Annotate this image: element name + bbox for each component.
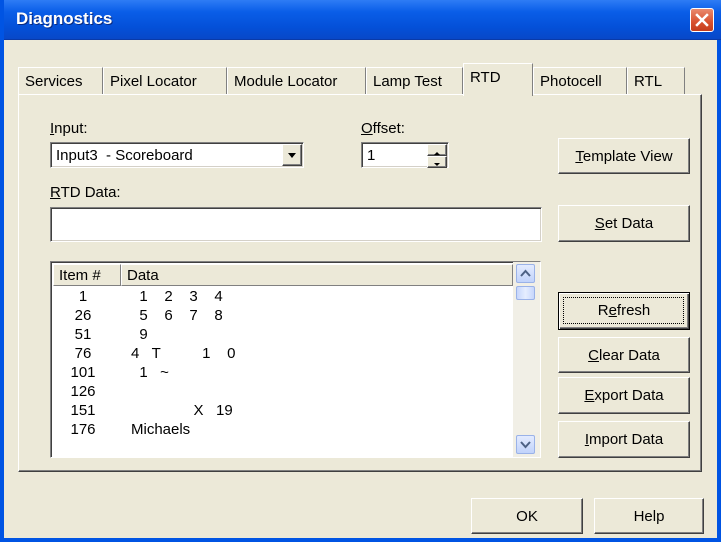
item-data: Michaels (131, 421, 191, 438)
rtd-data-label: RTD Data: (50, 184, 121, 201)
scroll-down-button[interactable] (516, 435, 535, 454)
refresh-button[interactable]: Refresh (558, 292, 690, 330)
tab-label: RTD (470, 69, 501, 86)
item-data: 9 (131, 326, 148, 343)
scroll-thumb[interactable] (516, 286, 535, 300)
list-item[interactable]: 101 1 ~ (53, 364, 513, 381)
list-item[interactable]: 26 5 6 7 8 (53, 307, 513, 324)
input-label: Input: (50, 120, 88, 137)
list-item[interactable]: 176 Michaels (53, 421, 513, 438)
set-data-button[interactable]: Set Data (558, 205, 690, 242)
close-icon (695, 13, 709, 27)
offset-label: Offset: (361, 120, 405, 137)
diagnostics-window: Diagnostics Services Pixel Locator Modul… (0, 0, 721, 542)
chevron-down-icon (520, 441, 531, 449)
column-header-item[interactable]: Item # (53, 264, 121, 286)
item-number: 126 (70, 383, 96, 400)
list-item[interactable]: 76 4 T 1 0 (53, 345, 513, 362)
tab-label: RTL (634, 73, 663, 90)
item-number: 1 (78, 288, 88, 305)
tab-module-locator[interactable]: Module Locator (227, 67, 366, 94)
tab-rtd[interactable]: RTD (463, 63, 533, 96)
offset-spinner[interactable]: 1 (361, 142, 449, 168)
item-data: 1 ~ (131, 364, 169, 381)
chevron-down-icon (288, 153, 296, 158)
chevron-up-icon (520, 269, 531, 277)
window-title: Diagnostics (16, 9, 113, 28)
export-data-button[interactable]: Export Data (558, 377, 690, 414)
list-item[interactable]: 126 (53, 383, 513, 400)
arrow-down-icon (434, 163, 440, 166)
list-item[interactable]: 51 9 (53, 326, 513, 343)
column-header-data[interactable]: Data (121, 264, 513, 286)
item-number: 101 (70, 364, 96, 381)
offset-value: 1 (367, 147, 376, 164)
tab-label: Module Locator (234, 73, 338, 90)
item-data: X 19 (131, 402, 233, 419)
tab-label: Pixel Locator (110, 73, 197, 90)
list-item[interactable]: 1 1 2 3 4 (53, 288, 513, 305)
close-button[interactable] (690, 8, 714, 32)
vertical-scrollbar[interactable] (513, 262, 540, 457)
item-number: 151 (70, 402, 96, 419)
tab-lamp-test[interactable]: Lamp Test (366, 67, 463, 94)
tab-pixel-locator[interactable]: Pixel Locator (103, 67, 227, 94)
item-data: 4 T 1 0 (131, 345, 236, 362)
input-select-value: Input3 - Scoreboard (56, 147, 193, 164)
item-number: 26 (74, 307, 92, 324)
spin-down-button[interactable] (427, 156, 447, 168)
data-list[interactable]: Item # Data 1 1 2 3 4 26 5 6 7 8 51 9 76 4 T… (50, 261, 541, 458)
tab-label: Photocell (540, 73, 602, 90)
tab-rtl[interactable]: RTL (627, 67, 685, 94)
tab-photocell[interactable]: Photocell (533, 67, 627, 94)
item-number: 51 (74, 326, 92, 343)
spin-up-button[interactable] (427, 144, 447, 156)
item-number: 76 (74, 345, 92, 362)
tab-services[interactable]: Services (18, 67, 103, 94)
rtd-data-input[interactable] (50, 207, 542, 242)
clear-data-button[interactable]: Clear Data (558, 337, 690, 373)
input-dropdown-button[interactable] (282, 144, 302, 166)
ok-button[interactable]: OK (471, 498, 583, 534)
import-data-button[interactable]: Import Data (558, 421, 690, 458)
help-button[interactable]: Help (594, 498, 704, 534)
tab-label: Services (25, 73, 83, 90)
scroll-up-button[interactable] (516, 264, 535, 283)
item-data: 5 6 7 8 (131, 307, 223, 324)
title-bar: Diagnostics (4, 0, 721, 40)
tab-label: Lamp Test (373, 73, 442, 90)
list-item[interactable]: 151 X 19 (53, 402, 513, 419)
item-number: 176 (70, 421, 96, 438)
item-data: 1 2 3 4 (131, 288, 223, 305)
input-select[interactable]: Input3 - Scoreboard (50, 142, 304, 168)
template-view-button[interactable]: Template View (558, 138, 690, 174)
